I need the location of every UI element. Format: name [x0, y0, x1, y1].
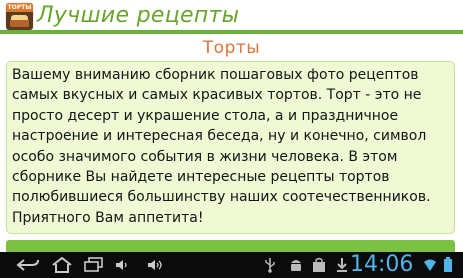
bottom-green-bar[interactable]	[6, 240, 455, 252]
shopping-bag-icon	[307, 256, 331, 274]
recent-apps-icon[interactable]	[80, 256, 108, 274]
app-title: Лучшие рецепты	[37, 3, 240, 28]
usb-debug-icon	[258, 256, 282, 274]
volume-up-icon[interactable]	[143, 256, 167, 274]
status-clock[interactable]: 14:06	[350, 252, 413, 278]
home-icon[interactable]	[47, 256, 77, 274]
description-text: Вашему вниманию сборник пошаговых фото р…	[12, 67, 431, 226]
wifi-icon	[422, 256, 438, 274]
title-divider	[0, 30, 463, 34]
section-title: Торты	[202, 38, 261, 58]
app-icon-label: ТОРТЫ	[6, 3, 33, 12]
android-icon	[284, 256, 308, 274]
battery-icon	[440, 256, 456, 274]
title-bar: ТОРТЫ Лучшие рецепты	[0, 0, 463, 31]
cake-body	[10, 20, 29, 27]
volume-down-icon[interactable]	[110, 256, 134, 274]
system-navigation-bar: 14:06	[0, 252, 463, 278]
app-cake-icon[interactable]: ТОРТЫ	[6, 3, 33, 30]
back-icon[interactable]	[12, 256, 44, 274]
